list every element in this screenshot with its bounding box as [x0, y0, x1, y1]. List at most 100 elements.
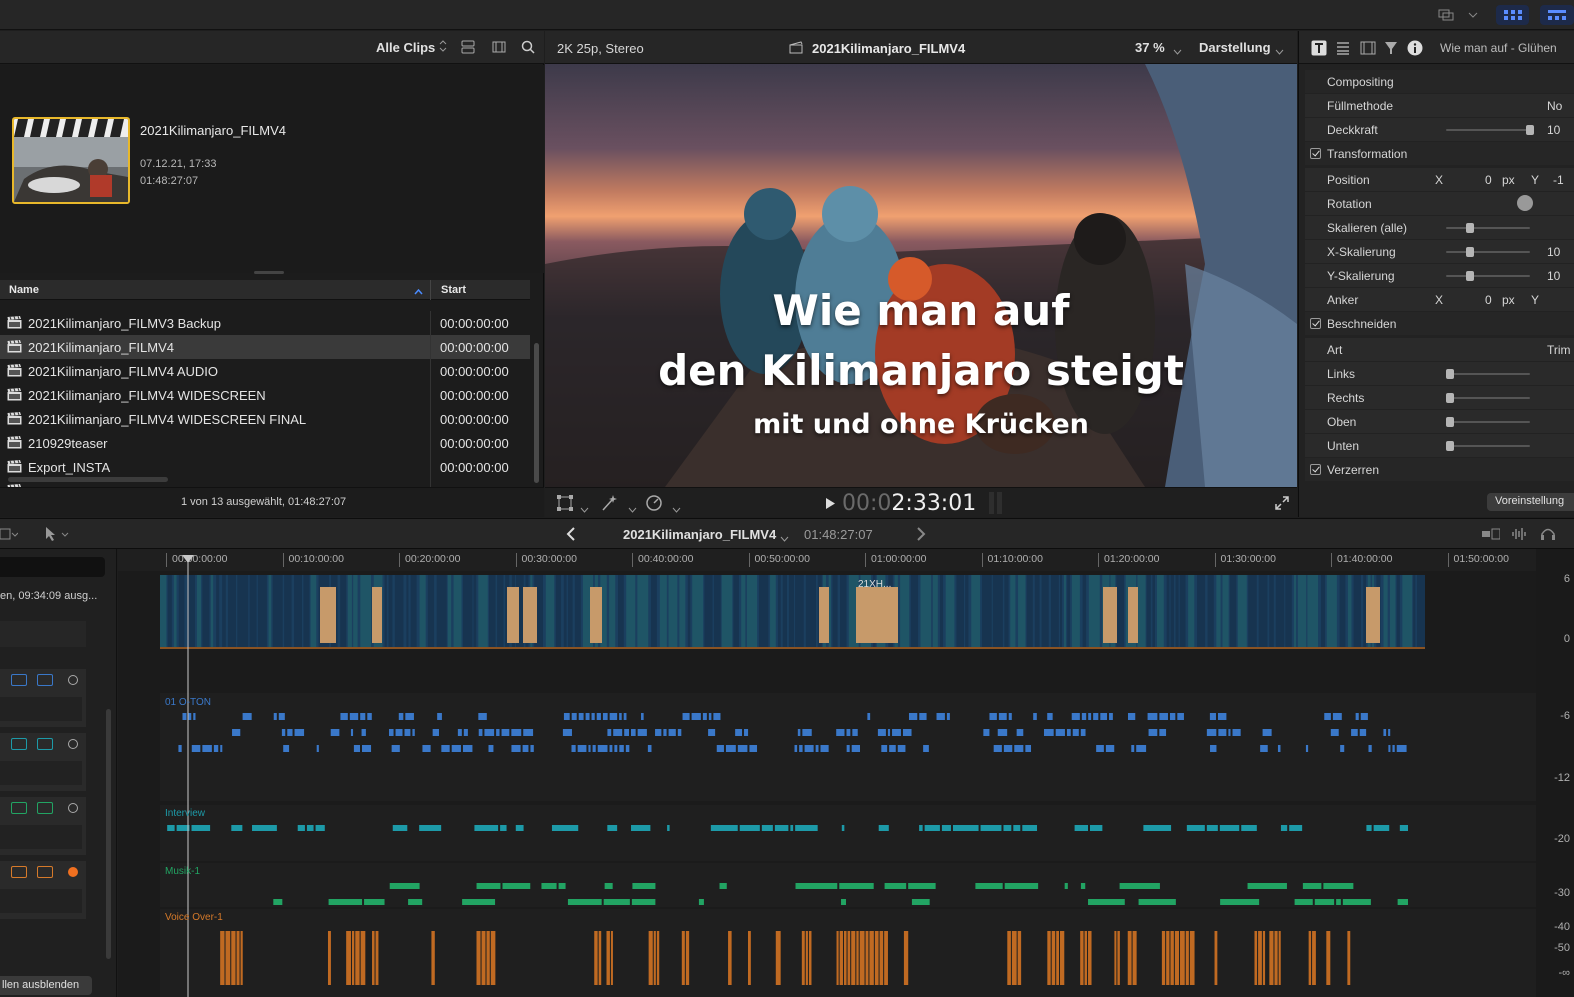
timeline-project-name[interactable]: 2021Kilimanjaro_FILMV4	[623, 527, 776, 542]
slider-knob[interactable]	[1526, 125, 1534, 135]
slider-knob[interactable]	[1446, 417, 1454, 427]
inspector-layout-icon[interactable]	[1540, 5, 1574, 25]
slider-knob[interactable]	[1446, 441, 1454, 451]
hide-roles-button[interactable]: llen ausblenden	[0, 976, 92, 995]
layout-grid-icon[interactable]	[1496, 5, 1529, 25]
search-icon[interactable]	[521, 40, 535, 57]
inspector-value[interactable]: No	[1547, 99, 1562, 113]
list-scrollbar[interactable]	[534, 343, 539, 483]
role-lane-icon[interactable]	[11, 866, 27, 878]
video-inspector-icon[interactable]	[1360, 41, 1376, 58]
role-item[interactable]	[0, 669, 86, 727]
role-solo-toggle[interactable]	[68, 803, 78, 813]
index-search-field[interactable]	[0, 557, 105, 577]
video-frame[interactable]: Wie man auf den Kilimanjaro steigt mit u…	[545, 64, 1297, 487]
resize-handle[interactable]	[254, 271, 284, 274]
inspector-slider[interactable]	[1446, 247, 1530, 257]
browser-row[interactable]: 210929teaser 00:00:00:00	[0, 431, 530, 455]
browser-row[interactable]: 2021Kilimanjaro_FILMV4 WIDESCREEN FINAL 0…	[0, 407, 530, 431]
chevron-down-icon[interactable]	[1173, 43, 1182, 58]
index-scrollbar[interactable]	[106, 709, 111, 959]
filter-inspector-icon[interactable]	[1384, 41, 1398, 58]
browser-row[interactable]: 2021Kilimanjaro_FILMV4 WIDESCREEN 00:00:0…	[0, 383, 530, 407]
slider-knob[interactable]	[1466, 223, 1474, 233]
clip-appearance-icon[interactable]	[461, 40, 475, 57]
chevron-down-icon[interactable]	[628, 501, 637, 516]
checkbox[interactable]	[1310, 464, 1321, 475]
back-arrow-icon[interactable]	[566, 527, 576, 544]
index-toggle-icon[interactable]	[0, 527, 19, 544]
speed-icon[interactable]	[645, 494, 663, 515]
info-icon[interactable]	[1407, 40, 1423, 59]
clip-appearance-icon[interactable]	[1482, 528, 1501, 543]
inspector-row[interactable]: Verzerren	[1305, 458, 1574, 481]
role-lane-icon[interactable]	[37, 674, 53, 686]
inspector-slider[interactable]	[1446, 125, 1534, 135]
magic-wand-icon[interactable]	[600, 494, 618, 515]
waveform-icon[interactable]	[1511, 527, 1529, 544]
x-value[interactable]: 0	[1485, 293, 1492, 307]
slider-knob[interactable]	[1446, 393, 1454, 403]
clip-thumbnail[interactable]	[12, 117, 130, 204]
role-item[interactable]	[0, 797, 86, 855]
slider-knob[interactable]	[1446, 369, 1454, 379]
inspector-row[interactable]: Compositing	[1305, 70, 1574, 93]
checkbox[interactable]	[1310, 148, 1321, 159]
inspector-slider[interactable]	[1446, 417, 1530, 427]
role-solo-toggle[interactable]	[68, 867, 78, 877]
chevron-down-icon[interactable]	[1465, 5, 1481, 25]
inspector-slider[interactable]	[1446, 271, 1530, 281]
select-tool-icon[interactable]	[44, 526, 70, 545]
browser-row[interactable]: Export_INSTA 00:00:00:00	[0, 455, 530, 479]
role-lane-icon[interactable]	[37, 802, 53, 814]
view-menu[interactable]: Darstellung	[1199, 40, 1271, 55]
role-item[interactable]	[0, 861, 86, 919]
role-solo-toggle[interactable]	[68, 675, 78, 685]
clips-filter-menu[interactable]: Alle Clips	[376, 40, 435, 55]
browser-row[interactable]: 2021Kilimanjaro_FILMV4 00:00:00:00	[0, 335, 530, 359]
forward-arrow-icon[interactable]	[916, 527, 926, 544]
inspector-value[interactable]: 10	[1547, 123, 1560, 137]
preset-button[interactable]: Voreinstellung	[1487, 493, 1574, 511]
x-value[interactable]: 0	[1485, 173, 1492, 187]
slider-knob[interactable]	[1466, 247, 1474, 257]
browser-row[interactable]: 2021Kilimanjaro_FILMV3 Backup 00:00:00:00	[0, 311, 530, 335]
filmstrip-view-icon[interactable]	[492, 40, 506, 57]
sort-chevron-icon[interactable]	[414, 286, 423, 298]
role-item[interactable]	[0, 733, 86, 791]
inspector-slider[interactable]	[1446, 223, 1530, 233]
inspector-value[interactable]: Trim	[1547, 343, 1571, 357]
rotation-dial[interactable]	[1517, 195, 1533, 211]
browser-row[interactable]: 2021Kilimanjaro_FILMV4 AUDIO 00:00:00:00	[0, 359, 530, 383]
inspector-row[interactable]: Beschneiden	[1305, 312, 1574, 335]
text-inspector-icon[interactable]	[1311, 40, 1327, 59]
transform-icon[interactable]	[557, 495, 573, 514]
inspector-slider[interactable]	[1446, 393, 1530, 403]
fullscreen-icon[interactable]	[1275, 496, 1289, 513]
inspector-slider[interactable]	[1446, 441, 1530, 451]
role-lane-icon[interactable]	[37, 738, 53, 750]
chevron-down-icon[interactable]	[580, 501, 589, 516]
role-solo-toggle[interactable]	[68, 739, 78, 749]
headphones-icon[interactable]	[1540, 527, 1556, 544]
column-divider[interactable]	[430, 280, 431, 300]
updown-chevron-icon[interactable]	[439, 39, 447, 56]
chevron-down-icon[interactable]	[1275, 43, 1284, 58]
inspector-value[interactable]: 10	[1547, 245, 1560, 259]
inspector-value[interactable]: 10	[1547, 269, 1560, 283]
inspector-slider[interactable]	[1446, 369, 1530, 379]
role-lane-icon[interactable]	[11, 674, 27, 686]
list-hscrollbar[interactable]	[8, 477, 168, 482]
timecode-display[interactable]: 00:02:33:01	[842, 491, 976, 516]
chevron-down-icon[interactable]	[672, 501, 681, 516]
play-icon[interactable]	[825, 497, 836, 513]
timeline[interactable]: 00:00:00:00 00:10:00:00 00:20:00:00 00:30:0…	[118, 549, 1574, 997]
chevron-down-icon[interactable]	[780, 530, 789, 545]
checkbox[interactable]	[1310, 318, 1321, 329]
y-value[interactable]: -1	[1553, 173, 1564, 187]
inspector-row[interactable]: Transformation	[1305, 142, 1574, 165]
role-lane-icon[interactable]	[11, 738, 27, 750]
import-icon[interactable]	[1436, 5, 1456, 25]
role-lane-icon[interactable]	[37, 866, 53, 878]
slider-knob[interactable]	[1466, 271, 1474, 281]
